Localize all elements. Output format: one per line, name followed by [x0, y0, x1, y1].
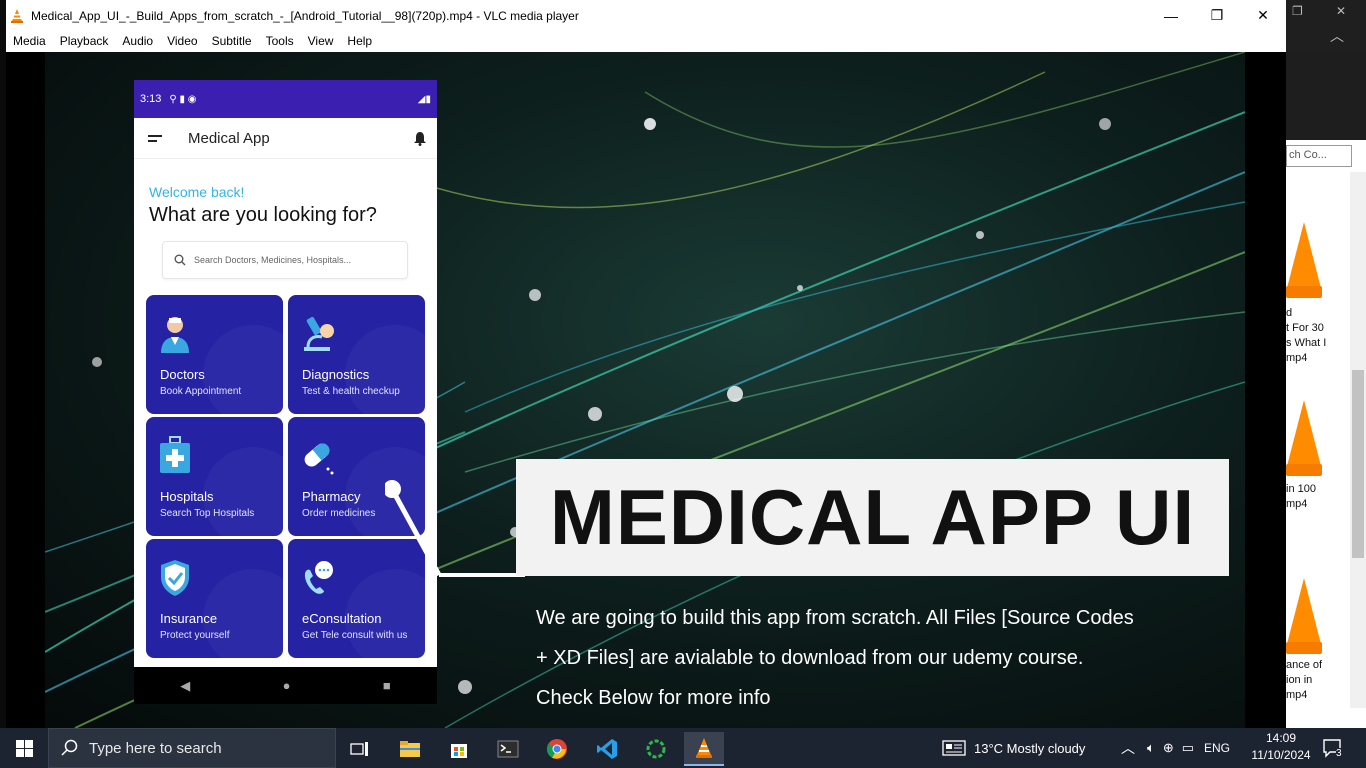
description-line: Check Below for more info: [536, 687, 771, 709]
weather-icon: [942, 740, 966, 756]
menu-help[interactable]: Help: [340, 31, 379, 52]
vlc-cone-icon: [9, 8, 25, 24]
titlebar: Medical_App_UI_-_Build_Apps_from_scratch…: [6, 0, 1286, 31]
search-icon: [174, 254, 186, 266]
background-scrollbar-thumb[interactable]: [1352, 370, 1364, 558]
file-label[interactable]: ance of ion in mp4: [1286, 658, 1350, 703]
vlc-file-icon[interactable]: [1286, 578, 1322, 658]
menu-subtitle[interactable]: Subtitle: [205, 31, 259, 52]
phone-app-bar: Medical App: [134, 118, 437, 159]
phone-chat-icon: [304, 561, 333, 594]
clock-date: 11/10/2024: [1251, 748, 1311, 762]
background-search-input[interactable]: ch Co...: [1286, 145, 1352, 167]
card-insurance[interactable]: Insurance Protect yourself: [146, 539, 283, 658]
description-line: We are going to build this app from scra…: [536, 607, 1134, 629]
chevron-up-icon[interactable]: ︿: [1121, 738, 1135, 758]
phone-search-input[interactable]: Search Doctors, Medicines, Hospitals...: [162, 241, 408, 279]
task-view-icon[interactable]: [340, 732, 380, 766]
heading-text: What are you looking for?: [149, 204, 377, 226]
background-chevron-up-icon[interactable]: ︿: [1330, 26, 1344, 46]
card-hospitals[interactable]: Hospitals Search Top Hospitals: [146, 417, 283, 536]
app-ring-icon[interactable]: [636, 732, 676, 766]
menu-audio[interactable]: Audio: [115, 31, 160, 52]
desktop: ❐ ✕ ︿ ch Co... d t For 30 s What I mp4 i…: [0, 0, 1366, 768]
description-line: + XD Files] are avialable to download fr…: [536, 647, 1084, 669]
microsoft-store-icon[interactable]: [439, 732, 479, 766]
file-explorer-icon[interactable]: [390, 732, 430, 766]
card-diagnostics[interactable]: Diagnostics Test & health checkup: [288, 295, 425, 414]
notification-center-button[interactable]: 3: [1322, 728, 1342, 768]
terminal-icon[interactable]: [488, 732, 528, 766]
banner-title: MEDICAL APP UI: [549, 473, 1196, 561]
welcome-text: Welcome back!: [149, 184, 245, 200]
vlc-file-icon[interactable]: [1286, 400, 1322, 480]
taskbar-search-input[interactable]: Type here to search: [48, 728, 336, 768]
phone-nav-bar: ◀ ● ■: [134, 667, 437, 704]
hospital-icon: [160, 436, 190, 473]
windows-start-button[interactable]: [0, 728, 48, 768]
speaker-icon[interactable]: 🔈︎: [1147, 740, 1155, 756]
menu-view[interactable]: View: [301, 31, 341, 52]
vscode-icon[interactable]: [587, 732, 627, 766]
menu-video[interactable]: Video: [160, 31, 204, 52]
status-icons: ⚲ ▮ ◉: [169, 93, 197, 105]
video-frame[interactable]: 3:13 ⚲ ▮ ◉ ◢▮ Medical App Welcome back! …: [45, 52, 1245, 728]
clock[interactable]: 14:09 11/10/2024: [1250, 730, 1312, 764]
menu-tools[interactable]: Tools: [259, 31, 301, 52]
show-hidden-icons[interactable]: ︿ 🔈︎ ⊕ ▭ ENG: [1121, 728, 1230, 768]
search-placeholder: Search Doctors, Medicines, Hospitals...: [194, 255, 352, 265]
notification-count: 3: [1336, 747, 1342, 759]
language-indicator[interactable]: ENG: [1204, 741, 1230, 755]
maximize-button[interactable]: ❐: [1194, 0, 1240, 31]
phone-time: 3:13: [140, 93, 162, 105]
search-icon: [61, 739, 78, 756]
menu-bar: Media Playback Audio Video Subtitle Tool…: [6, 31, 1286, 52]
vlc-taskbar-icon[interactable]: [684, 732, 724, 766]
signal-battery-icon: ◢▮: [417, 93, 431, 105]
phone-app-title: Medical App: [188, 129, 270, 147]
recents-icon[interactable]: ■: [383, 678, 391, 693]
taskbar-search-placeholder: Type here to search: [89, 739, 222, 757]
network-globe-icon[interactable]: ⊕: [1163, 740, 1174, 756]
vlc-window: Medical_App_UI_-_Build_Apps_from_scratch…: [6, 0, 1286, 728]
background-explorer-window: ❐ ✕ ︿ ch Co... d t For 30 s What I mp4 i…: [1286, 0, 1366, 728]
windows-logo-icon: [15, 739, 33, 757]
window-title: Medical_App_UI_-_Build_Apps_from_scratch…: [31, 8, 579, 23]
chrome-icon[interactable]: [537, 732, 577, 766]
file-label[interactable]: in 100 mp4: [1286, 482, 1350, 512]
callout-pointer: [385, 480, 525, 577]
card-doctors[interactable]: Doctors Book Appointment: [146, 295, 283, 414]
menu-playback[interactable]: Playback: [53, 31, 116, 52]
background-restore-icon[interactable]: ❐: [1292, 4, 1303, 18]
weather-widget[interactable]: 13°C Mostly cloudy: [942, 728, 1085, 768]
minimize-button[interactable]: —: [1148, 0, 1194, 31]
file-label[interactable]: d t For 30 s What I mp4: [1286, 306, 1350, 366]
background-close-icon[interactable]: ✕: [1336, 4, 1346, 18]
doctor-icon: [161, 317, 189, 353]
home-icon[interactable]: ●: [283, 678, 291, 693]
battery-icon[interactable]: ▭: [1182, 740, 1194, 756]
phone-status-bar: 3:13 ⚲ ▮ ◉ ◢▮: [134, 80, 437, 118]
shield-icon: [161, 560, 189, 596]
bell-icon[interactable]: [413, 131, 427, 146]
title-banner: MEDICAL APP UI: [516, 459, 1229, 576]
pill-icon: [304, 443, 334, 475]
hamburger-menu-icon[interactable]: [148, 132, 162, 145]
clock-time: 14:09: [1265, 731, 1297, 745]
taskbar: Type here to search 13°C Mostly cloudy ︿…: [0, 728, 1366, 768]
microscope-icon: [304, 316, 334, 351]
phone-mockup: 3:13 ⚲ ▮ ◉ ◢▮ Medical App Welcome back! …: [134, 80, 437, 704]
close-button[interactable]: ✕: [1240, 0, 1286, 31]
weather-text: 13°C Mostly cloudy: [974, 740, 1086, 756]
menu-media[interactable]: Media: [6, 31, 53, 52]
vlc-file-icon[interactable]: [1286, 222, 1322, 302]
back-icon[interactable]: ◀: [180, 678, 190, 694]
